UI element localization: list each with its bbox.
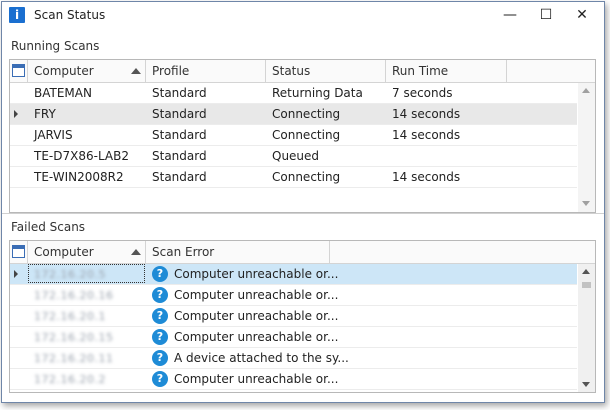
column-header-computer[interactable]: Computer <box>28 60 146 82</box>
cell-computer: BATEMAN <box>34 86 92 100</box>
column-chooser[interactable] <box>10 60 28 82</box>
column-header-scan-error[interactable]: Scan Error <box>146 241 330 263</box>
scroll-up-icon[interactable] <box>582 88 590 93</box>
table-row[interactable]: 172.16.20.1 ? Computer unreachable or... <box>10 306 577 327</box>
cell-scan-error: ? Computer unreachable or... <box>146 264 446 284</box>
cell-run-time <box>386 146 506 166</box>
cell-status: Connecting <box>272 128 341 142</box>
cell-computer: JARVIS <box>34 128 73 142</box>
scroll-down-icon[interactable] <box>582 201 590 206</box>
table-row[interactable]: JARVIS Standard Connecting 14 seconds <box>10 125 577 146</box>
table-row-selected[interactable]: 172.16.20.5 ? Computer unreachable or... <box>10 264 577 285</box>
cell-scan-error: ? Computer unreachable or... <box>146 369 446 389</box>
cell-status: Queued <box>272 149 320 163</box>
cell-scan-error: ? Computer unreachable or... <box>146 285 446 305</box>
cell-scan-error: ? Computer unreachable or... <box>146 327 446 347</box>
cell-profile: Standard <box>152 149 207 163</box>
table-row[interactable]: TE-D7X86-LAB2 Standard Queued <box>10 146 577 167</box>
question-icon[interactable]: ? <box>152 329 168 345</box>
sort-ascending-icon <box>131 249 141 255</box>
row-indicator-icon <box>14 270 18 278</box>
section-divider <box>2 213 604 214</box>
running-scans-label: Running Scans <box>11 39 100 53</box>
cell-computer: TE-D7X86-LAB2 <box>34 149 129 163</box>
cell-computer: 172.16.20.16 <box>34 289 114 302</box>
table-row[interactable]: TE-WIN2008R2 Standard Connecting 14 seco… <box>10 167 577 188</box>
question-icon[interactable]: ? <box>152 350 168 366</box>
maximize-button[interactable]: ☐ <box>530 4 562 26</box>
failed-scans-header: Computer Scan Error <box>10 241 595 264</box>
cell-run-time: 7 seconds <box>392 86 453 100</box>
table-icon <box>12 245 25 258</box>
scroll-thumb[interactable] <box>582 282 591 288</box>
minimize-button[interactable]: — <box>494 4 526 26</box>
cell-profile: Standard <box>152 170 207 184</box>
cell-run-time: 14 seconds <box>392 170 461 184</box>
cell-status: Connecting <box>272 170 341 184</box>
running-scans-scrollbar[interactable] <box>578 83 595 212</box>
cell-computer: 172.16.20.1 <box>34 310 106 323</box>
table-row[interactable]: 172.16.20.16 ? Computer unreachable or..… <box>10 285 577 306</box>
cell-computer: 172.16.20.11 <box>34 352 114 365</box>
cell-computer: 172.16.20.2 <box>34 373 106 386</box>
cell-run-time: 14 seconds <box>392 107 461 121</box>
question-icon[interactable]: ? <box>152 287 168 303</box>
cell-profile: Standard <box>152 128 207 142</box>
column-header-profile[interactable]: Profile <box>146 60 266 82</box>
question-icon[interactable]: ? <box>152 371 168 387</box>
table-row[interactable]: BATEMAN Standard Returning Data 7 second… <box>10 83 577 104</box>
table-row[interactable]: 172.16.20.11 ? A device attached to the … <box>10 348 577 369</box>
close-button[interactable]: ✕ <box>566 4 598 26</box>
column-header-run-time[interactable]: Run Time <box>386 60 507 82</box>
table-icon <box>12 64 25 77</box>
cell-status: Connecting <box>272 107 341 121</box>
column-chooser[interactable] <box>10 241 28 263</box>
cell-status: Returning Data <box>272 86 363 100</box>
column-header-status[interactable]: Status <box>266 60 386 82</box>
failed-scans-scrollbar[interactable] <box>578 264 595 392</box>
table-row[interactable]: 172.16.20.15 ? Computer unreachable or..… <box>10 327 577 348</box>
window-title: Scan Status <box>34 8 106 22</box>
cell-computer: FRY <box>34 107 56 121</box>
scan-status-window: i Scan Status — ☐ ✕ Running Scans Comput… <box>1 1 605 403</box>
failed-scans-grid: Computer Scan Error 172.16.20.5 ? Comput… <box>9 240 596 393</box>
question-icon[interactable]: ? <box>152 266 168 282</box>
scroll-down-icon[interactable] <box>582 382 590 387</box>
app-info-icon: i <box>9 7 25 23</box>
cell-computer: TE-WIN2008R2 <box>34 170 124 184</box>
scroll-up-icon[interactable] <box>582 269 590 274</box>
cell-profile: Standard <box>152 107 207 121</box>
cell-profile: Standard <box>152 86 207 100</box>
column-header-computer[interactable]: Computer <box>28 241 146 263</box>
cell-scan-error: ? A device attached to the sy... <box>146 348 446 368</box>
cell-computer: 172.16.20.15 <box>34 331 114 344</box>
question-icon[interactable]: ? <box>152 308 168 324</box>
table-row[interactable]: 172.16.20.2 ? Computer unreachable or... <box>10 369 577 390</box>
running-scans-grid: Computer Profile Status Run Time BATEMAN… <box>9 59 596 213</box>
table-row-selected[interactable]: FRY Standard Connecting 14 seconds <box>10 104 577 125</box>
title-bar[interactable]: i Scan Status — ☐ ✕ <box>2 2 604 30</box>
cell-run-time: 14 seconds <box>392 128 461 142</box>
row-indicator-icon <box>14 110 18 118</box>
cell-scan-error: ? Computer unreachable or... <box>146 306 446 326</box>
cell-computer: 172.16.20.5 <box>34 268 106 281</box>
failed-scans-label: Failed Scans <box>11 220 86 234</box>
sort-ascending-icon <box>131 68 141 74</box>
running-scans-header: Computer Profile Status Run Time <box>10 60 595 83</box>
